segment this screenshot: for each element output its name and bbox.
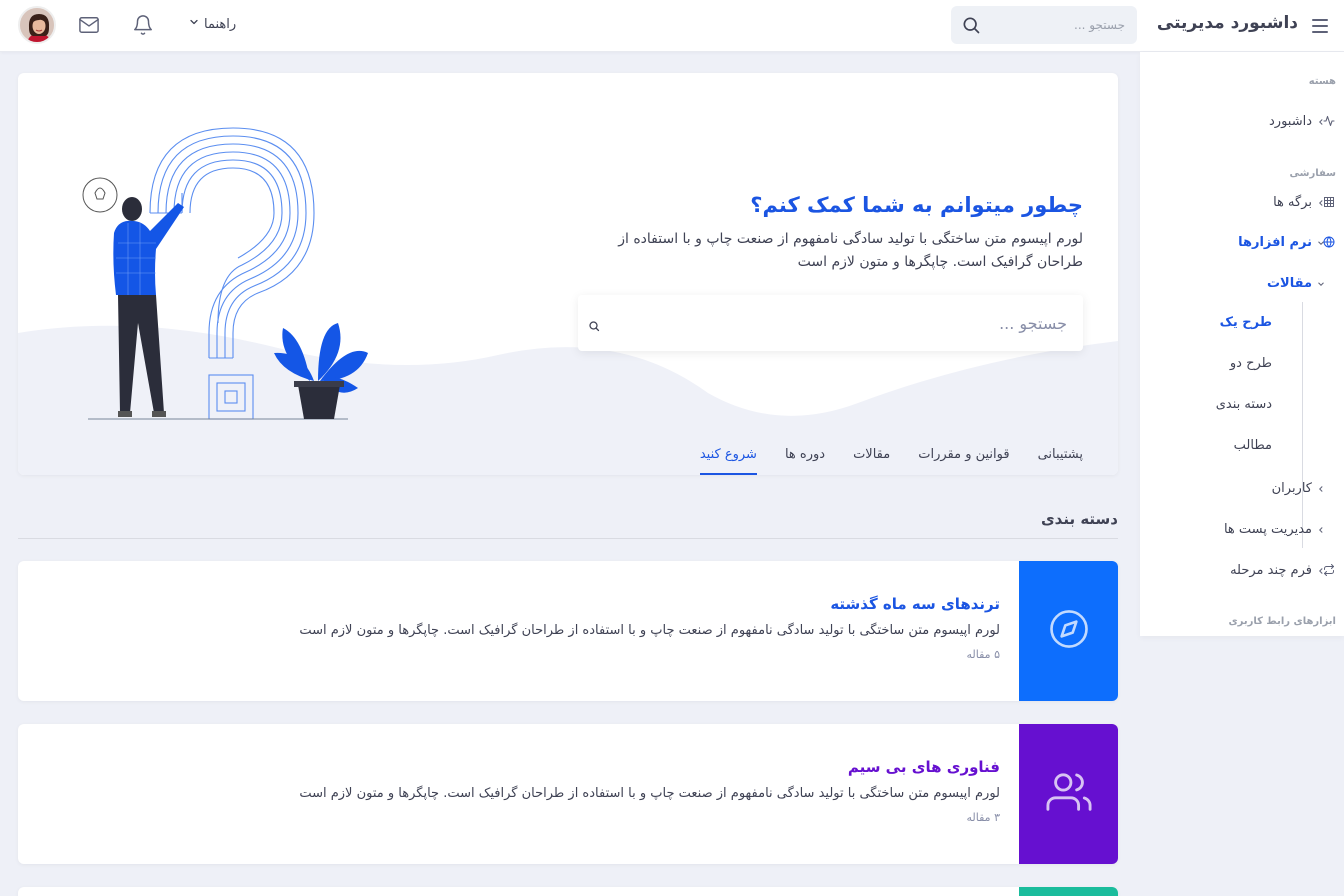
category-card[interactable]: فناوری های بی سیم لورم اپیسوم متن ساختگی… bbox=[18, 724, 1118, 864]
category-description: لورم اپیسوم متن ساختگی با تولید سادگی نا… bbox=[299, 623, 1000, 638]
category-icon-panel bbox=[1019, 887, 1118, 896]
sidebar-section-custom: سفارشی bbox=[1289, 168, 1337, 179]
guide-dropdown[interactable]: راهنما bbox=[188, 16, 236, 32]
chevron-down-icon bbox=[188, 16, 200, 32]
bell-icon[interactable] bbox=[132, 14, 154, 40]
chevron-down-icon bbox=[1316, 278, 1326, 288]
chevron-down-icon bbox=[1316, 237, 1326, 247]
category-article-count: ۵ مقاله bbox=[966, 648, 1000, 661]
tab-courses[interactable]: دوره ها bbox=[785, 443, 825, 475]
category-description: لورم اپیسوم متن ساختگی با تولید سادگی نا… bbox=[299, 786, 1000, 801]
search-icon[interactable] bbox=[588, 317, 600, 336]
sidebar-section-core: هسته bbox=[1308, 76, 1336, 87]
category-name[interactable]: ترندهای سه ماه گذشته bbox=[830, 595, 1000, 613]
compass-icon bbox=[1048, 608, 1090, 654]
sidebar-subitem-posts[interactable]: مطالب bbox=[1140, 430, 1344, 464]
hero-tabs: شروع کنید دوره ها مقالات قوانین و مقررات… bbox=[699, 443, 1083, 475]
help-illustration bbox=[82, 127, 368, 420]
tab-support[interactable]: پشتیبانی bbox=[1038, 443, 1083, 475]
sidebar-item-apps[interactable]: نرم افزارها bbox=[1140, 225, 1344, 259]
sidebar-item-dashboard[interactable]: داشبورد bbox=[1140, 104, 1344, 138]
brand-title: داشبورد مدیریتی bbox=[1156, 13, 1298, 33]
help-hero-card: چطور میتوانم به شما کمک کنم؟ لورم اپیسوم… bbox=[18, 73, 1118, 475]
category-divider bbox=[18, 538, 1118, 539]
category-card[interactable] bbox=[18, 887, 1118, 896]
hero-search-box bbox=[578, 295, 1083, 351]
sidebar-subitem-layout-two[interactable]: طرح دو bbox=[1140, 348, 1344, 382]
tab-rules[interactable]: قوانین و مقررات bbox=[918, 443, 1009, 475]
category-card[interactable]: ترندهای سه ماه گذشته لورم اپیسوم متن ساخ… bbox=[18, 561, 1118, 701]
top-bar: داشبورد مدیریتی راهنما bbox=[0, 0, 1344, 52]
top-search-box bbox=[951, 6, 1137, 44]
tab-get-started[interactable]: شروع کنید bbox=[699, 443, 758, 475]
sidebar-item-articles[interactable]: مقالات bbox=[1140, 266, 1344, 300]
mail-icon[interactable] bbox=[78, 15, 100, 39]
search-icon[interactable] bbox=[961, 15, 981, 39]
hero-description: لورم اپیسوم متن ساختگی با تولید سادگی نا… bbox=[618, 231, 1083, 270]
sidebar-subitem-layout-one[interactable]: طرح یک bbox=[1140, 307, 1344, 341]
category-icon-panel bbox=[1019, 724, 1118, 864]
chevron-left-icon bbox=[1316, 197, 1326, 207]
hero-search-input[interactable] bbox=[627, 295, 1067, 351]
category-icon-panel bbox=[1019, 561, 1118, 701]
chevron-left-icon bbox=[1316, 116, 1326, 126]
chevron-left-icon bbox=[1316, 483, 1326, 493]
sidebar-item-multistep-form[interactable]: فرم چند مرحله bbox=[1140, 553, 1344, 587]
sidebar-item-post-management[interactable]: مدیریت پست ها bbox=[1140, 512, 1344, 546]
sidebar-subitem-category[interactable]: دسته بندی bbox=[1140, 389, 1344, 423]
users-icon bbox=[1045, 769, 1092, 819]
category-article-count: ۳ مقاله bbox=[966, 811, 1000, 824]
sidebar-item-users[interactable]: کاربران bbox=[1140, 471, 1344, 505]
hero-title: چطور میتوانم به شما کمک کنم؟ bbox=[750, 193, 1083, 217]
top-search-input[interactable] bbox=[995, 6, 1125, 44]
menu-toggle-icon[interactable] bbox=[1308, 14, 1332, 38]
tab-articles[interactable]: مقالات bbox=[853, 443, 890, 475]
avatar[interactable] bbox=[18, 6, 56, 44]
sidebar-section-ui-tools: ابزارهای رابط کاربری bbox=[1228, 616, 1336, 627]
chevron-left-icon bbox=[1316, 524, 1326, 534]
sidebar-item-pages[interactable]: برگه ها bbox=[1140, 185, 1344, 219]
category-name[interactable]: فناوری های بی سیم bbox=[848, 758, 1000, 776]
sidebar: هسته داشبورد سفارشی برگه ها نرم افزارها … bbox=[1140, 52, 1344, 636]
chevron-left-icon bbox=[1316, 565, 1326, 575]
category-section-title: دسته بندی bbox=[1040, 510, 1118, 528]
guide-label: راهنما bbox=[204, 16, 237, 32]
